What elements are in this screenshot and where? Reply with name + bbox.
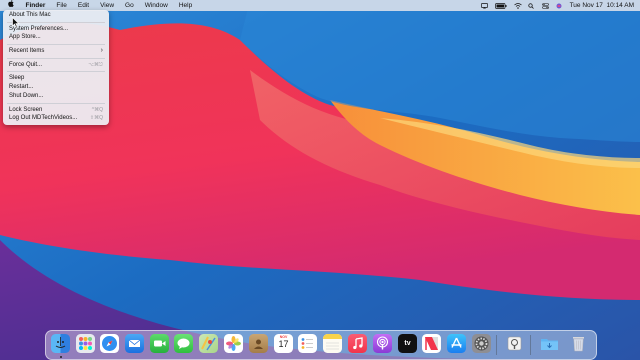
- maps-icon[interactable]: [199, 333, 218, 353]
- force-quit-shortcut: ⌥⌘⎋: [88, 61, 103, 68]
- mouse-cursor-icon: [12, 17, 20, 28]
- menu-item-shut-down[interactable]: Shut Down...: [3, 92, 109, 101]
- spotlight-search-icon[interactable]: [527, 2, 535, 9]
- notes-icon[interactable]: [323, 333, 342, 353]
- news-icon[interactable]: [422, 333, 441, 353]
- force-quit-label: Force Quit...: [9, 61, 43, 68]
- wifi-icon[interactable]: [513, 2, 522, 9]
- screen-mirroring-icon[interactable]: [480, 2, 488, 9]
- contacts-icon[interactable]: [249, 333, 268, 353]
- menu-item-log-out[interactable]: Log Out MDTechVideos... ⇧⌘Q: [3, 114, 109, 123]
- system-preferences-icon[interactable]: [472, 333, 491, 353]
- menu-separator: [7, 21, 105, 23]
- dock-separator: [496, 335, 497, 355]
- menu-separator: [7, 102, 105, 104]
- finder-icon[interactable]: [51, 333, 70, 353]
- log-out-label: Log Out MDTechVideos...: [9, 115, 78, 122]
- safari-icon[interactable]: [100, 333, 119, 353]
- dock-separator: [530, 335, 531, 355]
- menu-item-lock-screen[interactable]: Lock Screen ^⌘Q: [3, 106, 109, 115]
- menu-go[interactable]: Go: [120, 0, 140, 11]
- lock-screen-label: Lock Screen: [9, 106, 43, 113]
- music-icon[interactable]: [348, 333, 367, 353]
- calendar-icon[interactable]: NOV 17: [274, 333, 293, 353]
- launchpad-icon[interactable]: [76, 333, 95, 353]
- menu-separator: [7, 44, 105, 46]
- menu-window[interactable]: Window: [139, 0, 173, 11]
- control-center-icon[interactable]: [541, 2, 549, 9]
- apple-tv-icon[interactable]: tv: [398, 333, 417, 353]
- menu-item-force-quit[interactable]: Force Quit... ⌥⌘⎋: [3, 61, 109, 70]
- menubar-clock[interactable]: Tue Nov 17 10:14 AM: [570, 2, 634, 9]
- app-store-icon[interactable]: [447, 333, 466, 353]
- log-out-shortcut: ⇧⌘Q: [89, 115, 103, 122]
- dock: NOV 17 tv: [45, 330, 597, 360]
- reminders-icon[interactable]: [298, 333, 317, 353]
- mail-icon[interactable]: [125, 333, 144, 353]
- menu-separator: [7, 57, 105, 59]
- calendar-day: 17: [278, 339, 289, 349]
- battery-icon[interactable]: [494, 2, 507, 9]
- facetime-icon[interactable]: [150, 333, 169, 353]
- menu-item-recent-items[interactable]: Recent Items ›: [3, 47, 109, 56]
- trash-icon[interactable]: [569, 334, 588, 353]
- running-indicator: [59, 356, 62, 358]
- messages-icon[interactable]: [174, 333, 193, 353]
- submenu-chevron-icon: ›: [100, 47, 103, 55]
- podcasts-icon[interactable]: [373, 333, 392, 353]
- menu-separator: [7, 71, 105, 73]
- photos-icon[interactable]: [224, 333, 243, 353]
- recent-items-label: Recent Items: [9, 48, 45, 55]
- menu-item-restart[interactable]: Restart...: [3, 83, 109, 92]
- menu-item-app-store[interactable]: App Store...: [3, 33, 109, 42]
- menu-help[interactable]: Help: [173, 0, 197, 11]
- downloads-folder-icon[interactable]: [540, 334, 559, 353]
- menu-item-sleep[interactable]: Sleep: [3, 74, 109, 83]
- siri-icon[interactable]: [556, 3, 563, 9]
- status-area: Tue Nov 17 10:14 AM: [480, 0, 634, 11]
- lock-screen-shortcut: ^⌘Q: [91, 106, 103, 113]
- tv-label: tv: [404, 339, 411, 347]
- preview-icon[interactable]: [505, 334, 524, 353]
